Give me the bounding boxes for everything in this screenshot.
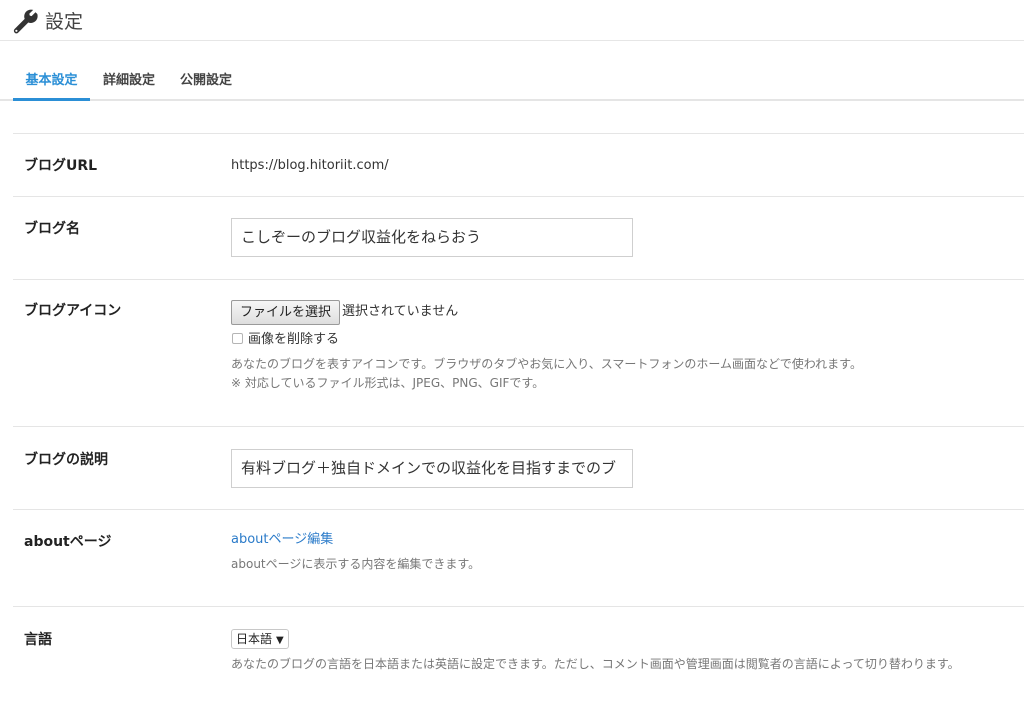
blog-icon-label: ブログアイコン [24,303,122,319]
about-page-label: aboutページ [24,534,112,550]
delete-image-checkbox[interactable] [232,333,243,344]
about-page-edit-link[interactable]: aboutページ編集 [231,531,333,549]
blog-name-input[interactable]: こしぞーのブログ収益化をねらおう [231,218,633,257]
language-label: 言語 [24,632,52,648]
file-status-text: 選択されていません [342,304,459,319]
delete-image-label[interactable]: 画像を削除する [248,331,339,349]
wrench-icon [13,9,38,34]
row-divider [13,426,1024,427]
row-divider [13,509,1024,510]
settings-tabs: 基本設定 詳細設定 公開設定 [0,60,1024,101]
row-divider [13,606,1024,607]
tab-public-settings[interactable]: 公開設定 [172,60,240,100]
page-title: 設定 [45,11,84,33]
page-header: 設定 [0,0,1024,41]
blog-icon-format-note: ※ 対応しているファイル形式は、JPEG、PNG、GIFです。 [231,376,545,390]
blog-name-label: ブログ名 [24,221,80,237]
blog-url-value: https://blog.hitoriit.com/ [231,158,389,173]
blog-description-label: ブログの説明 [24,452,108,468]
language-help: あなたのブログの言語を日本語または英語に設定できます。ただし、コメント画面や管理… [231,657,960,671]
language-select[interactable]: 日本語 ▼ [231,629,289,649]
about-page-help: aboutページに表示する内容を編集できます。 [231,557,481,571]
language-selected-value: 日本語 [236,632,273,646]
blog-description-input[interactable]: 有料ブログ＋独自ドメインでの収益化を目指すまでのブ [231,449,633,488]
row-divider [13,196,1024,197]
choose-file-button[interactable]: ファイルを選択 [231,300,341,325]
tab-basic-settings[interactable]: 基本設定 [13,60,90,101]
tab-detail-settings[interactable]: 詳細設定 [95,60,163,100]
row-divider [13,133,1024,134]
row-divider [13,279,1024,280]
blog-url-label: ブログURL [24,158,98,174]
blog-icon-help: あなたのブログを表すアイコンです。ブラウザのタブやお気に入り、スマートフォンのホ… [231,357,862,371]
caret-down-icon: ▼ [276,635,284,646]
